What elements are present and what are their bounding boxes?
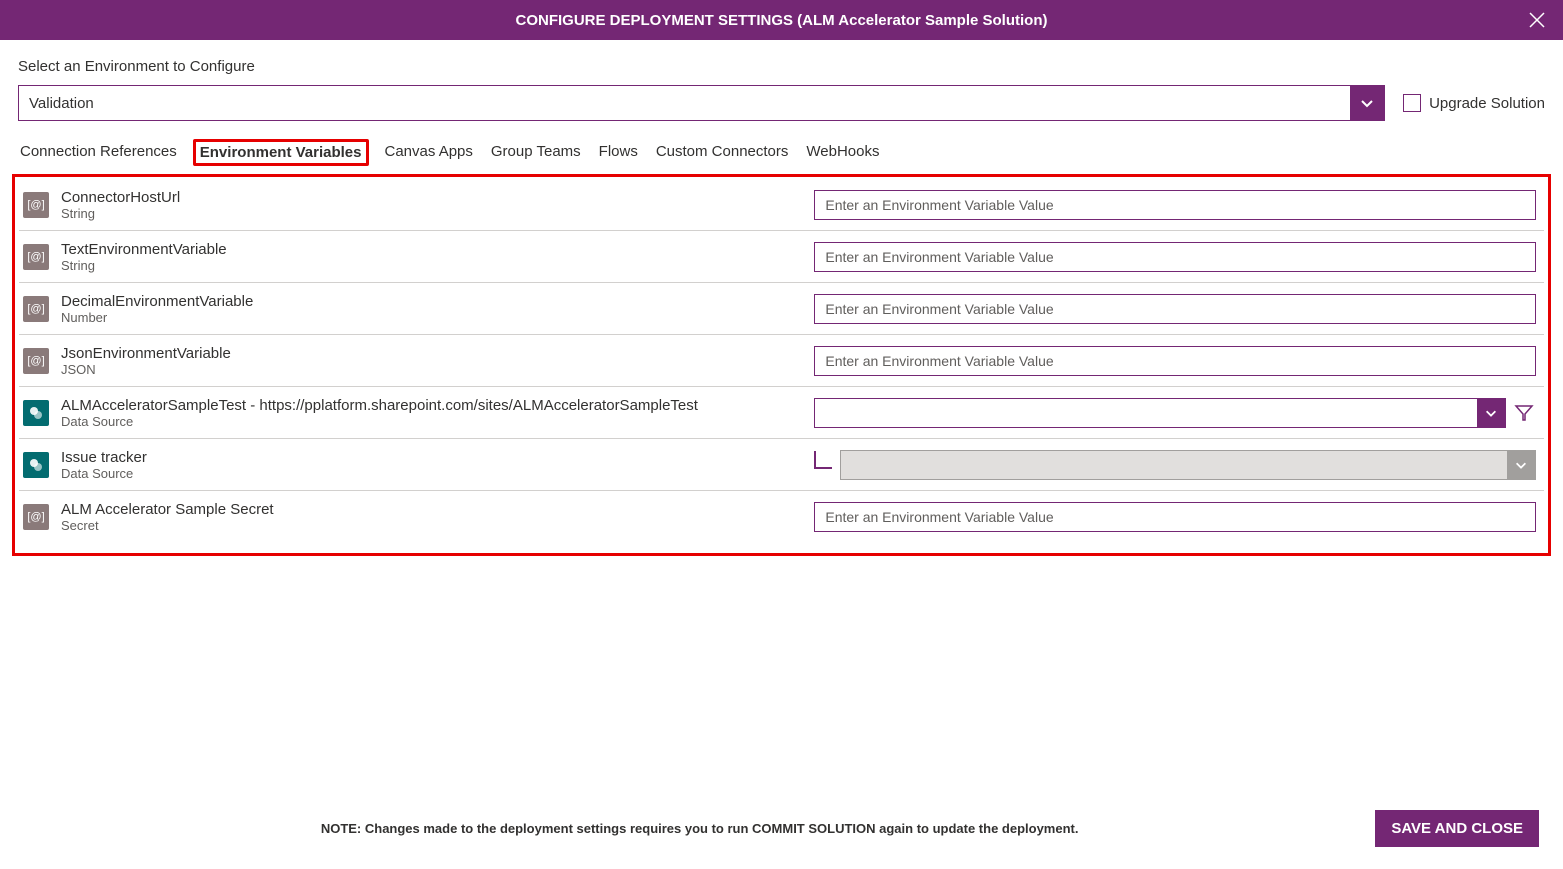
sharepoint-icon [23,400,49,426]
env-var-row: [@] DecimalEnvironmentVariable Number [19,283,1544,335]
env-var-type: Data Source [61,466,802,481]
env-var-dropdown-disabled [840,450,1536,480]
env-var-value-input[interactable] [814,242,1536,272]
tab-bar: Connection References Environment Variab… [0,139,1563,166]
env-var-type: JSON [61,362,802,377]
tab-environment-variables[interactable]: Environment Variables [193,139,369,166]
sharepoint-icon [23,452,49,478]
env-var-row: [@] ALM Accelerator Sample Secret Secret [19,491,1544,543]
env-var-name: DecimalEnvironmentVariable [61,293,802,310]
env-var-name: ConnectorHostUrl [61,189,802,206]
chevron-down-icon [1350,86,1384,120]
env-var-row: [@] TextEnvironmentVariable String [19,231,1544,283]
variable-icon: [@] [23,192,49,218]
close-icon [1528,11,1546,29]
variable-icon: [@] [23,504,49,530]
variable-icon: [@] [23,244,49,270]
dialog-header: CONFIGURE DEPLOYMENT SETTINGS (ALM Accel… [0,0,1563,40]
env-var-type: String [61,258,802,273]
chevron-down-icon [1477,399,1505,427]
env-var-value-input[interactable] [814,294,1536,324]
env-var-name: JsonEnvironmentVariable [61,345,802,362]
upgrade-solution-option: Upgrade Solution [1403,94,1545,112]
environment-variables-grid: [@] ConnectorHostUrl String [@] TextEnvi… [12,174,1551,556]
env-var-type: Secret [61,518,802,533]
env-var-type: String [61,206,802,221]
env-var-type: Number [61,310,802,325]
env-var-value-input[interactable] [814,502,1536,532]
tab-canvas-apps[interactable]: Canvas Apps [383,139,475,166]
env-var-type: Data Source [61,414,802,429]
upgrade-solution-checkbox[interactable] [1403,94,1421,112]
tab-webhooks[interactable]: WebHooks [804,139,881,166]
variable-icon: [@] [23,296,49,322]
variable-icon: [@] [23,348,49,374]
environment-select[interactable]: Validation [18,85,1385,121]
env-var-name: Issue tracker [61,449,802,466]
env-var-value-input[interactable] [814,346,1536,376]
tab-connection-references[interactable]: Connection References [18,139,179,166]
dialog-footer: NOTE: Changes made to the deployment set… [0,796,1563,869]
tab-custom-connectors[interactable]: Custom Connectors [654,139,791,166]
tab-group-teams[interactable]: Group Teams [489,139,583,166]
save-and-close-button[interactable]: SAVE AND CLOSE [1375,810,1539,847]
env-var-name: ALMAcceleratorSampleTest - https://pplat… [61,397,802,414]
env-var-name: TextEnvironmentVariable [61,241,802,258]
env-var-row: ALMAcceleratorSampleTest - https://pplat… [19,387,1544,439]
filter-icon [1514,403,1534,423]
environment-select-value: Validation [19,86,1350,120]
env-var-dropdown[interactable] [814,398,1506,428]
env-var-row: [@] ConnectorHostUrl String [19,179,1544,231]
env-var-row: [@] JsonEnvironmentVariable JSON [19,335,1544,387]
environment-select-label: Select an Environment to Configure [18,58,1545,75]
filter-button[interactable] [1512,401,1536,425]
chevron-down-icon [1507,451,1535,479]
tab-flows[interactable]: Flows [597,139,640,166]
child-indicator-icon [814,451,832,469]
close-button[interactable] [1527,10,1547,30]
env-var-name: ALM Accelerator Sample Secret [61,501,802,518]
env-var-row: Issue tracker Data Source [19,439,1544,491]
upgrade-solution-label: Upgrade Solution [1429,95,1545,112]
footer-note: NOTE: Changes made to the deployment set… [24,821,1375,836]
dialog-title: CONFIGURE DEPLOYMENT SETTINGS (ALM Accel… [516,12,1048,29]
env-var-value-input[interactable] [814,190,1536,220]
